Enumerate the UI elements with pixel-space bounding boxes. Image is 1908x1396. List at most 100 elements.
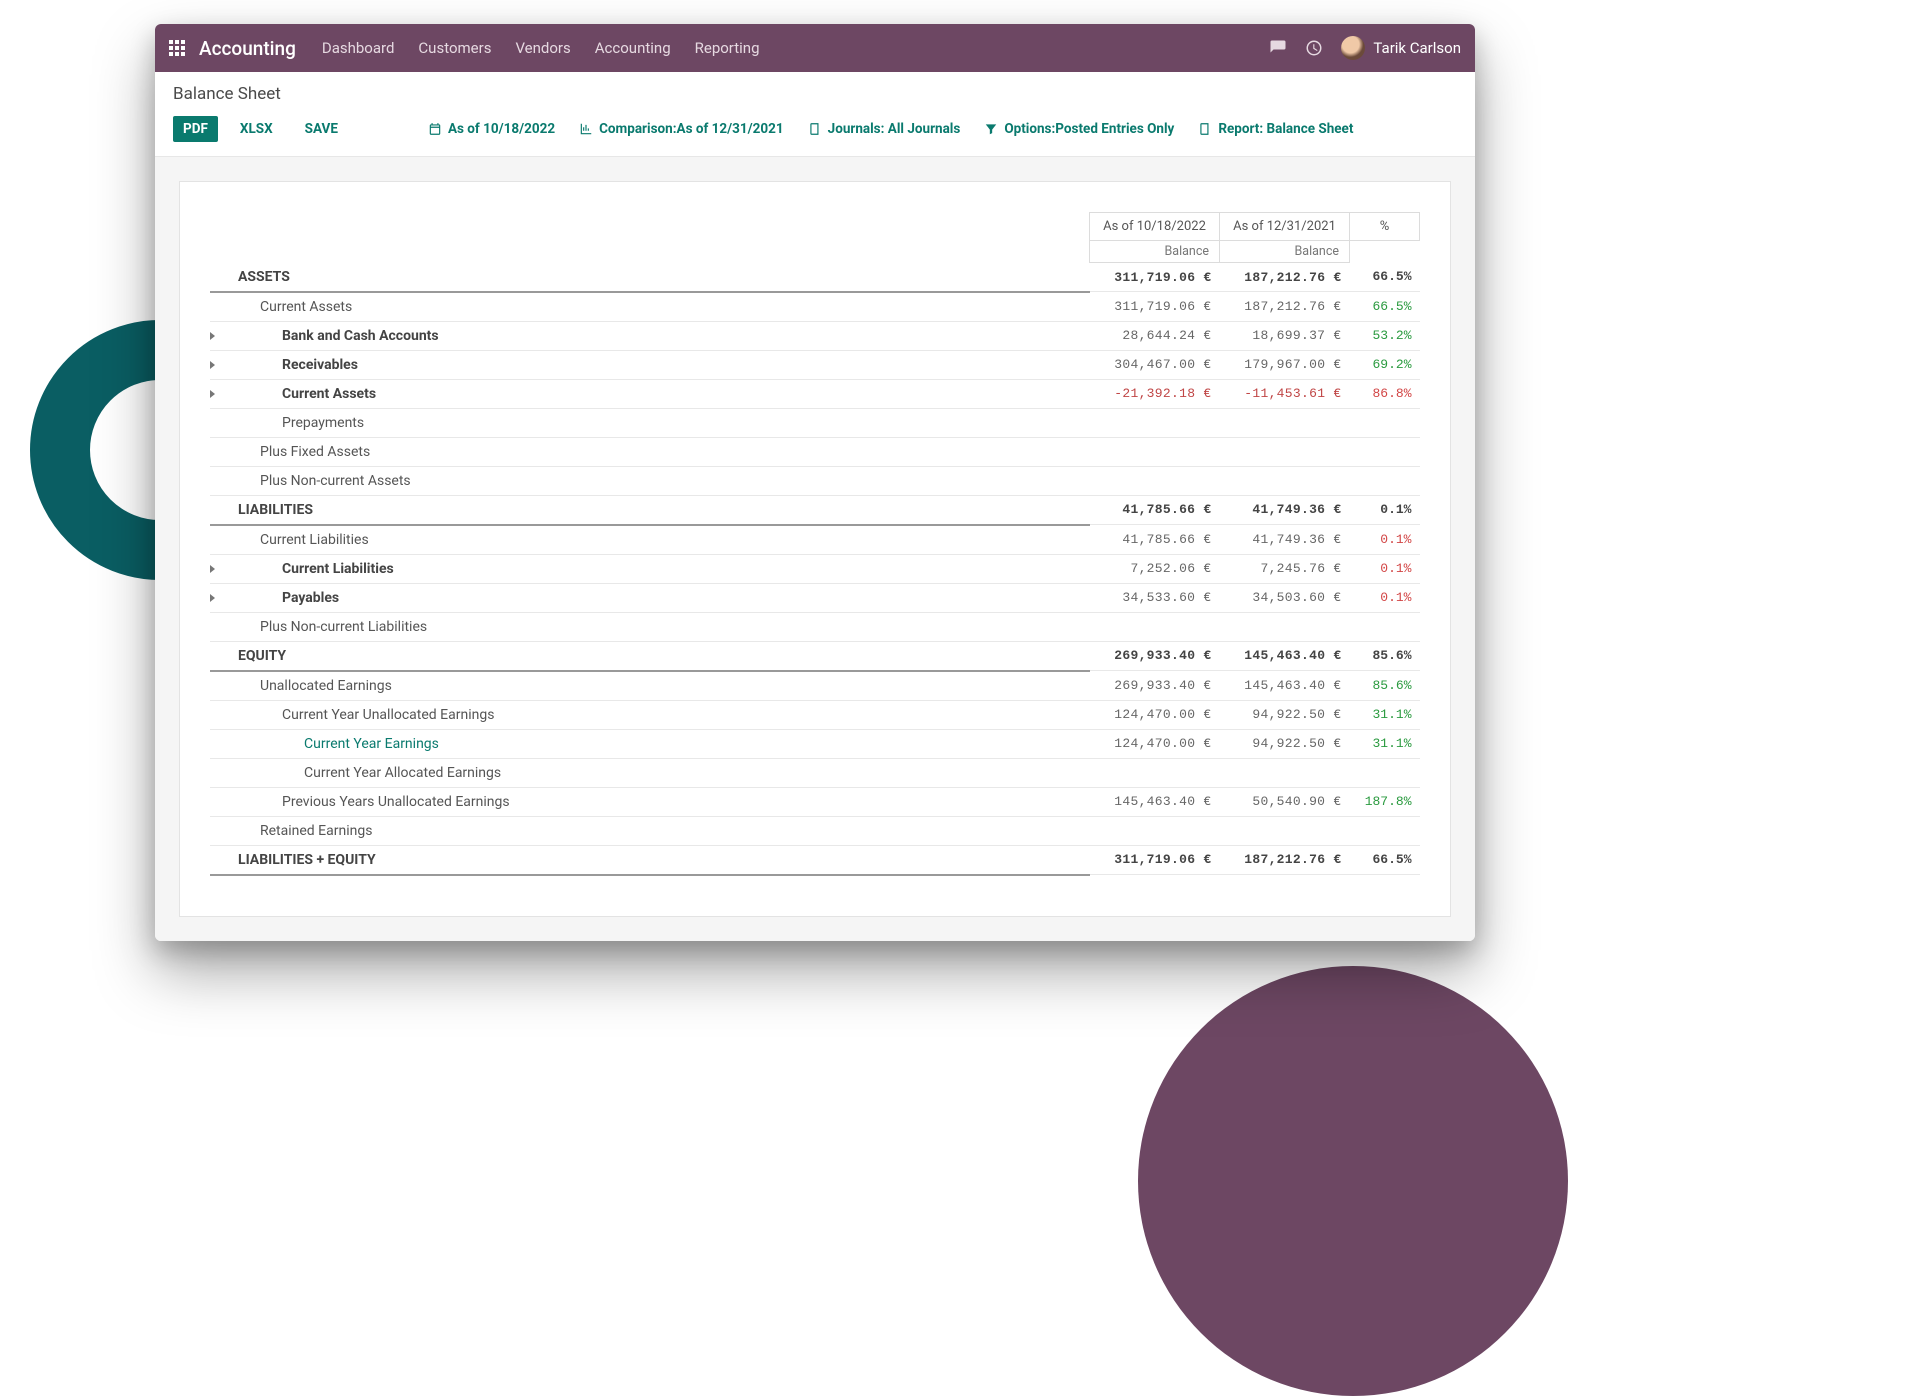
row-value-current: 311,719.06 € bbox=[1090, 845, 1220, 875]
row-label: Plus Non-current Assets bbox=[260, 473, 411, 489]
filter-date[interactable]: As of 10/18/2022 bbox=[422, 117, 561, 141]
row-label-cell: LIABILITIES + EQUITY bbox=[210, 845, 1090, 875]
row-label-cell: Retained Earnings bbox=[210, 816, 1090, 845]
row-label-cell: EQUITY bbox=[210, 641, 1090, 671]
table-row: Plus Fixed Assets bbox=[210, 437, 1420, 466]
row-label-cell[interactable]: Payables bbox=[210, 583, 1090, 612]
row-value-current bbox=[1090, 466, 1220, 495]
row-pct: 31.1% bbox=[1350, 700, 1420, 729]
row-value-compare: 41,749.36 € bbox=[1220, 495, 1350, 525]
pdf-button[interactable]: PDF bbox=[173, 116, 218, 142]
clock-icon[interactable] bbox=[1305, 39, 1323, 57]
table-row: ASSETS311,719.06 €187,212.76 €66.5% bbox=[210, 263, 1420, 292]
messaging-icon[interactable] bbox=[1269, 39, 1287, 57]
row-pct: 85.6% bbox=[1350, 671, 1420, 701]
row-value-current: 41,785.66 € bbox=[1090, 495, 1220, 525]
row-label-cell: Unallocated Earnings bbox=[210, 671, 1090, 701]
row-value-current: 124,470.00 € bbox=[1090, 729, 1220, 758]
book-icon bbox=[808, 122, 822, 136]
row-value-compare: 41,749.36 € bbox=[1220, 525, 1350, 555]
row-label: Current Assets bbox=[260, 299, 352, 315]
row-label-cell[interactable]: Current Year Earnings bbox=[210, 729, 1090, 758]
row-label-cell[interactable]: Receivables bbox=[210, 350, 1090, 379]
row-value-current: -21,392.18 € bbox=[1090, 379, 1220, 408]
table-row: Current Liabilities41,785.66 €41,749.36 … bbox=[210, 525, 1420, 555]
row-value-compare bbox=[1220, 612, 1350, 641]
expand-caret-icon[interactable] bbox=[210, 565, 215, 573]
table-row: Plus Non-current Liabilities bbox=[210, 612, 1420, 641]
expand-caret-icon[interactable] bbox=[210, 594, 215, 602]
table-row: Current Liabilities7,252.06 €7,245.76 €0… bbox=[210, 554, 1420, 583]
subheader-balance-1: Balance bbox=[1090, 241, 1220, 263]
table-row: EQUITY269,933.40 €145,463.40 €85.6% bbox=[210, 641, 1420, 671]
row-pct: 85.6% bbox=[1350, 641, 1420, 671]
row-label-cell: Current Year Unallocated Earnings bbox=[210, 700, 1090, 729]
row-pct: 66.5% bbox=[1350, 263, 1420, 292]
table-row: Receivables304,467.00 €179,967.00 €69.2% bbox=[210, 350, 1420, 379]
expand-caret-icon[interactable] bbox=[210, 332, 215, 340]
balance-sheet-card: As of 10/18/2022 As of 12/31/2021 % Bala… bbox=[179, 181, 1451, 917]
nav-accounting[interactable]: Accounting bbox=[595, 39, 671, 57]
row-pct: 0.1% bbox=[1350, 554, 1420, 583]
table-row: Bank and Cash Accounts28,644.24 €18,699.… bbox=[210, 321, 1420, 350]
expand-caret-icon[interactable] bbox=[210, 390, 215, 398]
row-value-compare: 187,212.76 € bbox=[1220, 292, 1350, 322]
table-row: Current Year Allocated Earnings bbox=[210, 758, 1420, 787]
row-value-current: 28,644.24 € bbox=[1090, 321, 1220, 350]
row-label-cell: Prepayments bbox=[210, 408, 1090, 437]
row-label: Current Year Allocated Earnings bbox=[304, 765, 501, 781]
row-pct bbox=[1350, 758, 1420, 787]
filter-journals[interactable]: Journals: All Journals bbox=[802, 117, 967, 141]
table-row: LIABILITIES + EQUITY311,719.06 €187,212.… bbox=[210, 845, 1420, 875]
row-label[interactable]: Current Year Earnings bbox=[304, 736, 439, 752]
row-label-cell[interactable]: Current Liabilities bbox=[210, 554, 1090, 583]
row-label-cell: ASSETS bbox=[210, 263, 1090, 292]
row-label: Retained Earnings bbox=[260, 823, 372, 839]
row-value-compare: 94,922.50 € bbox=[1220, 729, 1350, 758]
user-menu[interactable]: Tarik Carlson bbox=[1341, 36, 1461, 60]
row-label: Payables bbox=[282, 590, 339, 606]
row-value-current: 145,463.40 € bbox=[1090, 787, 1220, 816]
row-pct: 66.5% bbox=[1350, 845, 1420, 875]
row-value-current bbox=[1090, 816, 1220, 845]
nav-reporting[interactable]: Reporting bbox=[695, 39, 760, 57]
nav-customers[interactable]: Customers bbox=[418, 39, 491, 57]
table-row: Current Assets-21,392.18 €-11,453.61 €86… bbox=[210, 379, 1420, 408]
row-pct: 187.8% bbox=[1350, 787, 1420, 816]
filter-report[interactable]: Report: Balance Sheet bbox=[1192, 117, 1359, 141]
table-row: LIABILITIES41,785.66 €41,749.36 €0.1% bbox=[210, 495, 1420, 525]
row-label: Previous Years Unallocated Earnings bbox=[282, 794, 510, 810]
row-value-current: 269,933.40 € bbox=[1090, 641, 1220, 671]
table-row: Previous Years Unallocated Earnings 145,4… bbox=[210, 787, 1420, 816]
filter-options[interactable]: Options:Posted Entries Only bbox=[978, 117, 1180, 141]
apps-grid-icon[interactable] bbox=[169, 40, 185, 56]
filter-comparison[interactable]: Comparison:As of 12/31/2021 bbox=[573, 117, 790, 141]
nav-vendors[interactable]: Vendors bbox=[515, 39, 570, 57]
expand-caret-icon[interactable] bbox=[210, 361, 215, 369]
row-label-cell: Plus Fixed Assets bbox=[210, 437, 1090, 466]
row-label-cell: Previous Years Unallocated Earnings bbox=[210, 787, 1090, 816]
row-value-compare bbox=[1220, 408, 1350, 437]
table-row: Current Year Unallocated Earnings124,470… bbox=[210, 700, 1420, 729]
row-value-compare: -11,453.61 € bbox=[1220, 379, 1350, 408]
row-label-cell[interactable]: Current Assets bbox=[210, 379, 1090, 408]
row-label: Current Liabilities bbox=[282, 561, 394, 577]
row-value-compare: 50,540.90 € bbox=[1220, 787, 1350, 816]
row-value-compare: 179,967.00 € bbox=[1220, 350, 1350, 379]
row-value-current bbox=[1090, 408, 1220, 437]
row-value-current: 41,785.66 € bbox=[1090, 525, 1220, 555]
table-row: Retained Earnings bbox=[210, 816, 1420, 845]
app-title[interactable]: Accounting bbox=[199, 37, 296, 60]
row-label-cell: Current Year Allocated Earnings bbox=[210, 758, 1090, 787]
xlsx-button[interactable]: XLSX bbox=[230, 116, 283, 142]
row-value-compare: 187,212.76 € bbox=[1220, 845, 1350, 875]
row-pct: 53.2% bbox=[1350, 321, 1420, 350]
row-value-current: 311,719.06 € bbox=[1090, 263, 1220, 292]
table-row: Current Year Earnings 124,470.00 €94,922.… bbox=[210, 729, 1420, 758]
row-pct: 0.1% bbox=[1350, 495, 1420, 525]
nav-dashboard[interactable]: Dashboard bbox=[322, 39, 395, 57]
save-button[interactable]: SAVE bbox=[295, 116, 348, 142]
filter-icon bbox=[984, 122, 998, 136]
row-pct bbox=[1350, 612, 1420, 641]
row-label-cell[interactable]: Bank and Cash Accounts bbox=[210, 321, 1090, 350]
